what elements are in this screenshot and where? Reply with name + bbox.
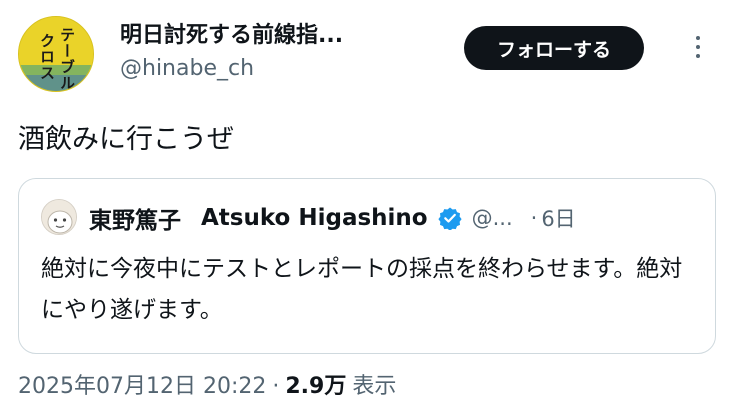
tweet-timestamp[interactable]: 2025年07月12日 20:22 <box>18 368 266 400</box>
view-count: 2.9万 <box>285 374 347 399</box>
author-handle[interactable]: @hinabe_ch <box>120 54 343 84</box>
author-display-name[interactable]: 明日討死する前線指... <box>120 22 343 50</box>
quoted-header: 東野篤子 Atsuko Higashino @... · 6日 <box>89 201 576 235</box>
view-count-label: 表示 <box>352 374 397 399</box>
meta-separator: · <box>272 374 280 399</box>
tweet-meta: 2025年07月12日 20:22 · 2.9万 表示 <box>18 368 396 400</box>
author-avatar[interactable]: テーブル クロス <box>18 16 94 92</box>
quoted-author-avatar[interactable] <box>41 199 77 235</box>
quoted-author-handle[interactable]: @... <box>472 206 513 230</box>
tweet-header: テーブル クロス 明日討死する前線指... @hinabe_ch フォローする <box>18 16 718 96</box>
quoted-timestamp[interactable]: 6日 <box>541 203 575 233</box>
avatar-face-icon <box>42 200 76 234</box>
avatar-text-2: クロス <box>38 33 56 81</box>
quoted-separator: · <box>530 206 538 230</box>
quoted-author-name-jp[interactable]: 東野篤子 <box>89 201 181 235</box>
quoted-tweet-text: 絶対に今夜中にテストとレポートの採点を終わらせます。絶対にやり遂げます。 <box>41 256 683 323</box>
avatar-background <box>19 17 93 91</box>
quoted-author-name-en[interactable]: Atsuko Higashino <box>201 205 428 231</box>
author-info: 明日討死する前線指... @hinabe_ch <box>120 22 343 84</box>
more-options-icon[interactable] <box>690 36 706 66</box>
quoted-tweet[interactable]: 東野篤子 Atsuko Higashino @... · 6日 絶対に今夜中にテ… <box>18 178 716 354</box>
tweet-text: 酒飲みに行こうぜ <box>18 124 234 155</box>
follow-button[interactable]: フォローする <box>464 26 644 70</box>
verified-badge-icon <box>437 207 462 230</box>
avatar-text-1: テーブル <box>58 27 76 91</box>
